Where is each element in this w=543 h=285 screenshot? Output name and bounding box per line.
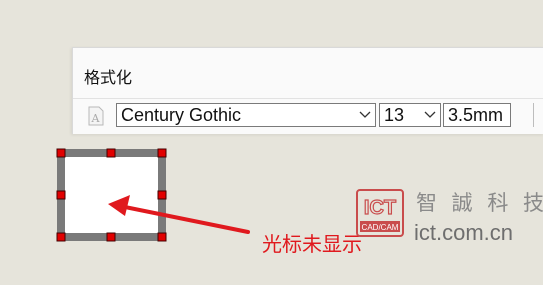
font-size-dropdown[interactable]: 13 bbox=[379, 103, 441, 127]
svg-text:ICT: ICT bbox=[364, 197, 396, 219]
resize-handle-bottom-left bbox=[56, 232, 66, 242]
format-panel: 格式化 A Century Gothic 13 3.5mm bbox=[72, 47, 543, 134]
resize-handle-top-left bbox=[56, 148, 66, 158]
resize-handle-left bbox=[56, 190, 66, 200]
char-width-value: 3.5mm bbox=[448, 105, 504, 125]
panel-title: 格式化 bbox=[84, 68, 133, 87]
brand-name: 智 誠 科 技 bbox=[416, 191, 543, 215]
ict-logo: ICT CAD/CAM bbox=[356, 189, 404, 237]
annotation-arrow bbox=[108, 195, 250, 234]
chevron-down-icon[interactable] bbox=[424, 111, 436, 119]
resize-handle-top bbox=[106, 148, 116, 158]
font-style-icon[interactable]: A bbox=[88, 106, 104, 126]
font-name-dropdown[interactable]: Century Gothic bbox=[116, 103, 376, 127]
char-width-input[interactable]: 3.5mm bbox=[443, 103, 511, 127]
annotation-text: 光标未显示 bbox=[262, 232, 362, 256]
panel-divider bbox=[73, 98, 543, 99]
svg-text:CAD/CAM: CAD/CAM bbox=[362, 223, 399, 232]
panel-overflow-edge bbox=[533, 103, 542, 127]
svg-text:A: A bbox=[91, 112, 101, 125]
chevron-down-icon[interactable] bbox=[359, 111, 371, 119]
brand-url: ict.com.cn bbox=[414, 220, 514, 245]
font-name-value: Century Gothic bbox=[121, 105, 242, 125]
font-size-value: 13 bbox=[384, 105, 405, 125]
resize-handle-top-right bbox=[157, 148, 167, 158]
